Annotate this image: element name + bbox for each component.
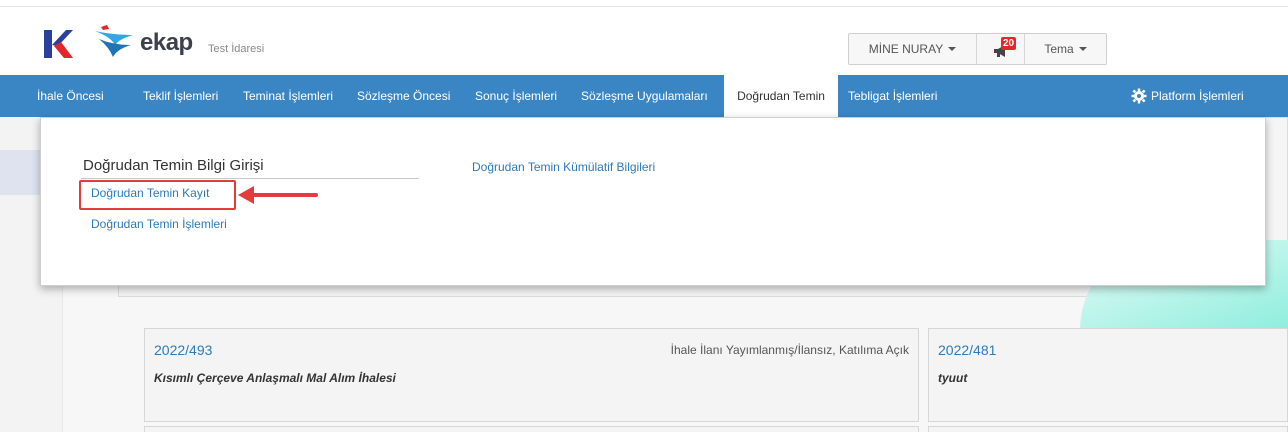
chevron-down-icon — [948, 47, 957, 51]
user-toolbar: MİNE NURAY 20 Tema — [848, 33, 1107, 65]
tender-id-link[interactable]: 2022/493 — [154, 342, 212, 358]
arrow-left-icon — [238, 186, 318, 204]
platform-menu-button[interactable]: Platform İşlemleri — [1131, 75, 1244, 117]
user-name: MİNE NURAY — [868, 42, 944, 56]
highlight-box — [79, 180, 236, 210]
notification-badge: 20 — [1001, 37, 1017, 50]
notifications-button[interactable]: 20 — [977, 34, 1025, 64]
tender-id-link[interactable]: 2022/481 — [938, 342, 996, 358]
dogrudan-temin-islemleri-link[interactable]: Doğrudan Temin İşlemleri — [91, 217, 227, 231]
theme-menu-button[interactable]: Tema — [1025, 34, 1106, 64]
tender-title: Kısımlı Çerçeve Anlaşmalı Mal Alım İhale… — [154, 371, 396, 385]
nav-item-sonuc-islemleri[interactable]: Sonuç İşlemleri — [475, 75, 557, 117]
nav-item-teklif-islemleri[interactable]: Teklif İşlemleri — [143, 75, 218, 117]
organization-name: Test İdaresi — [208, 43, 265, 55]
tender-card[interactable]: 2022/493 İhale İlanı Yayımlanmış/İlansız… — [144, 328, 919, 422]
logo-text: ekap — [140, 29, 193, 56]
bird-logo-icon — [95, 25, 133, 57]
main-nav: İhale Öncesi Teklif İşlemleri Teminat İş… — [0, 75, 1288, 117]
k-logo-icon — [44, 30, 73, 58]
dogrudan-temin-kumulatif-link[interactable]: Doğrudan Temin Kümülatif Bilgileri — [472, 160, 655, 174]
tender-card[interactable] — [144, 426, 919, 432]
tender-card[interactable] — [928, 426, 1288, 432]
nav-item-teminat-islemleri[interactable]: Teminat İşlemleri — [243, 75, 333, 117]
tender-title: tyuut — [938, 371, 968, 385]
platform-label: Platform İşlemleri — [1151, 89, 1244, 103]
chevron-down-icon — [1078, 47, 1087, 51]
gear-icon — [1131, 88, 1147, 104]
dropdown-heading: Doğrudan Temin Bilgi Girişi — [83, 157, 264, 174]
user-menu-button[interactable]: MİNE NURAY — [849, 34, 977, 64]
header: ekap Test İdaresi MİNE NURAY 20 Tema — [0, 7, 1288, 75]
nav-item-tebligat-islemleri[interactable]: Tebligat İşlemleri — [848, 75, 937, 117]
nav-item-dogrudan-temin[interactable]: Doğrudan Temin — [724, 75, 838, 117]
tender-card[interactable]: 2022/481 tyuut — [928, 328, 1288, 422]
nav-item-ihale-oncesi[interactable]: İhale Öncesi — [37, 75, 104, 117]
theme-label: Tema — [1044, 42, 1074, 56]
heading-divider — [81, 178, 419, 179]
nav-item-sozlesme-oncesi[interactable]: Sözleşme Öncesi — [357, 75, 450, 117]
tender-status: İhale İlanı Yayımlanmış/İlansız, Katılım… — [670, 343, 909, 357]
nav-item-sozlesme-uygulamalari[interactable]: Sözleşme Uygulamaları — [581, 75, 708, 117]
